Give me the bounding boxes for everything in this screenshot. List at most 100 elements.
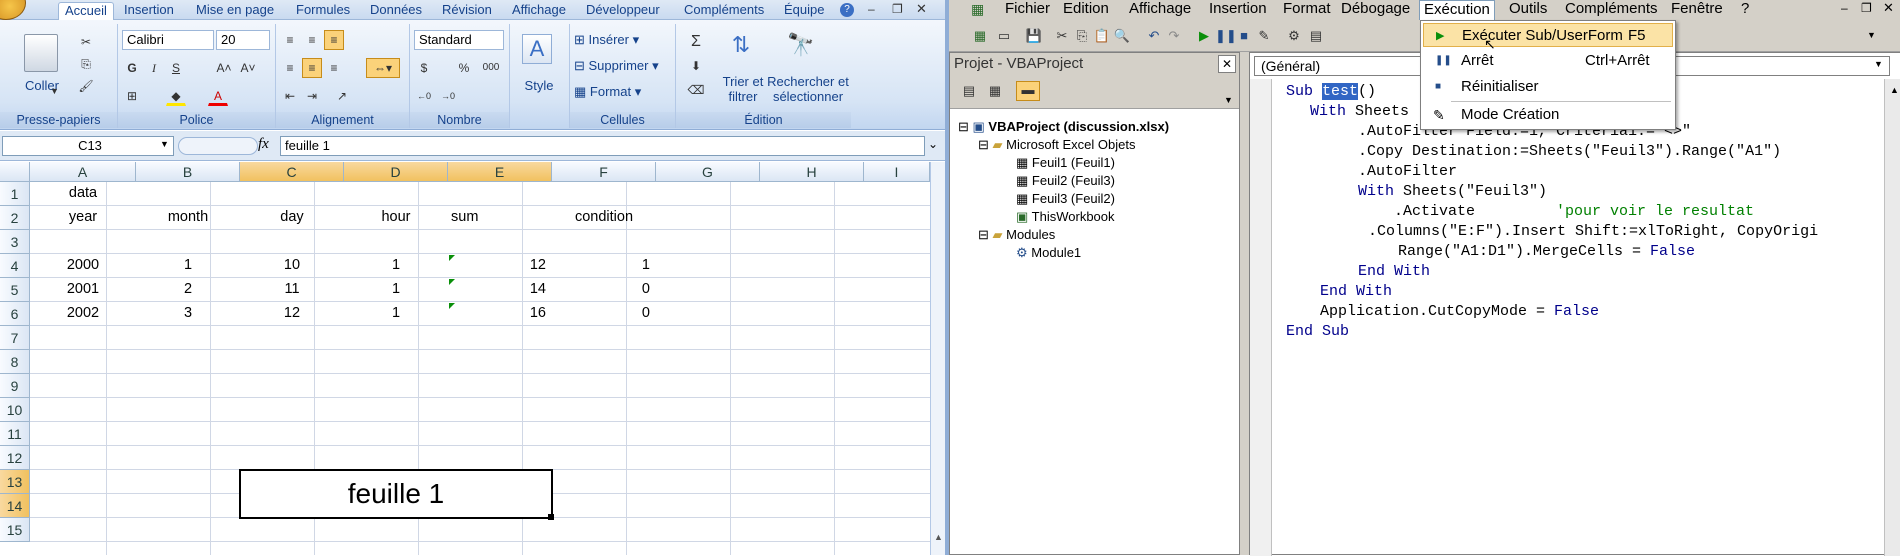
row-header-13[interactable]: 13 <box>0 470 30 494</box>
row-header-15[interactable]: 15 <box>0 518 30 542</box>
row-header-4[interactable]: 4 <box>0 254 30 278</box>
row-header-6[interactable]: 6 <box>0 302 30 326</box>
tree-sheet-feuil2[interactable]: ▦ Feuil2 (Feuil3) <box>1016 173 1115 189</box>
cell-e4[interactable]: 12 <box>448 254 552 278</box>
row-header-9[interactable]: 9 <box>0 374 30 398</box>
bold-button[interactable]: G <box>122 58 142 78</box>
view-excel-icon[interactable]: ▦ <box>971 28 989 44</box>
row-header-10[interactable]: 10 <box>0 398 30 422</box>
cell-b2[interactable]: month <box>136 206 240 230</box>
minimize-icon[interactable]: – <box>868 2 875 16</box>
menu-fichier[interactable]: Fichier <box>1001 0 1054 20</box>
chevron-down-icon[interactable]: ▼ <box>160 139 169 149</box>
menu-edition[interactable]: Edition <box>1059 0 1113 20</box>
tree-objects-folder[interactable]: ⊟ ▰ Microsoft Excel Objets <box>978 137 1135 153</box>
column-header-e[interactable]: E <box>448 162 552 182</box>
cell-c4[interactable]: 10 <box>240 254 344 278</box>
column-header-g[interactable]: G <box>656 162 760 182</box>
close-icon[interactable]: ✕ <box>1218 55 1236 73</box>
tree-root[interactable]: ⊟ ▣ VBAProject (discussion.xlsx) <box>958 119 1169 135</box>
tree-modules-folder[interactable]: ⊟ ▰ Modules <box>978 227 1055 243</box>
menu-insertion[interactable]: Insertion <box>1205 0 1271 20</box>
pause-icon[interactable]: ❚❚ <box>1215 28 1237 44</box>
clear-icon[interactable]: ⌫ <box>686 80 706 100</box>
menu-execution[interactable]: Exécution <box>1419 0 1495 20</box>
cut-icon[interactable]: ✂ <box>1053 28 1071 44</box>
tree-sheet-feuil3[interactable]: ▦ Feuil3 (Feuil2) <box>1016 191 1115 207</box>
tab-complements[interactable]: Compléments <box>678 2 770 20</box>
copy-icon[interactable]: ⎘ <box>76 54 96 74</box>
row-header-8[interactable]: 8 <box>0 350 30 374</box>
menu-help[interactable]: ? <box>1737 0 1753 20</box>
fx-icon[interactable]: fx <box>258 136 269 153</box>
row-header-14[interactable]: 14 <box>0 494 30 518</box>
menu-outils[interactable]: Outils <box>1505 0 1551 20</box>
row-header-11[interactable]: 11 <box>0 422 30 446</box>
scroll-up-icon[interactable]: ▲ <box>1890 85 1899 95</box>
autosum-icon[interactable]: Σ <box>686 32 706 52</box>
paste-icon[interactable] <box>24 34 58 72</box>
column-header-b[interactable]: B <box>136 162 240 182</box>
cell-b4[interactable]: 1 <box>136 254 240 278</box>
number-format-select[interactable]: Standard <box>414 30 504 50</box>
cell-e5[interactable]: 14 <box>448 278 552 302</box>
column-header-i[interactable]: I <box>864 162 930 182</box>
font-size-select[interactable]: 20 <box>216 30 270 50</box>
chevron-down-icon[interactable]: ▼ <box>1224 95 1233 105</box>
format-painter-icon[interactable]: 🖌 <box>76 76 96 96</box>
fill-color-icon[interactable]: ◆ <box>166 86 186 106</box>
cell-a2[interactable]: year <box>30 206 136 230</box>
orientation-icon[interactable]: ↗ <box>332 86 352 106</box>
vertical-scrollbar[interactable]: ▲ <box>930 162 945 555</box>
tab-formules[interactable]: Formules <box>290 2 356 20</box>
increase-decimal-icon[interactable]: ←0 <box>414 86 434 106</box>
margin-indicator-bar[interactable] <box>1250 79 1272 556</box>
tree-module1[interactable]: ⚙ Module1 <box>1016 245 1081 261</box>
undo-icon[interactable]: ↶ <box>1145 28 1163 44</box>
row-header-5[interactable]: 5 <box>0 278 30 302</box>
tab-affichage[interactable]: Affichage <box>506 2 572 20</box>
menu-format[interactable]: Format <box>1279 0 1335 20</box>
collapse-icon[interactable]: ⊟ <box>978 227 993 242</box>
fill-icon[interactable]: ⬇ <box>686 56 706 76</box>
decrease-decimal-icon[interactable]: →0 <box>438 86 458 106</box>
align-left-icon[interactable]: ≡ <box>280 58 300 78</box>
insert-userform-icon[interactable]: ▭ <box>995 28 1013 44</box>
border-icon[interactable]: ⊞ <box>122 86 142 106</box>
merged-cell-c13[interactable]: feuille 1 <box>239 469 553 519</box>
cell-d2[interactable]: hour <box>344 206 448 230</box>
cell-d4[interactable]: 1 <box>344 254 448 278</box>
cell-b5[interactable]: 2 <box>136 278 240 302</box>
collapse-icon[interactable]: ⊟ <box>978 137 993 152</box>
grow-font-icon[interactable]: A˄ <box>214 58 234 78</box>
menu-item-break[interactable]: ❚❚ Arrêt Ctrl+Arrêt <box>1423 49 1673 73</box>
paste-icon[interactable]: 📋 <box>1093 28 1111 44</box>
underline-button[interactable]: S <box>166 58 186 78</box>
cut-icon[interactable]: ✂ <box>76 32 96 52</box>
code-editor[interactable]: Sub test() With Sheets .AutoFilter Field… <box>1272 79 1884 556</box>
row-header-12[interactable]: 12 <box>0 446 30 470</box>
menu-complements[interactable]: Compléments <box>1561 0 1662 20</box>
formula-input[interactable]: feuille 1 <box>280 136 925 156</box>
cell-a4[interactable]: 2000 <box>30 254 136 278</box>
expand-formula-icon[interactable]: ⌄ <box>928 137 938 151</box>
cell-f4[interactable]: 1 <box>552 254 656 278</box>
cell-c6[interactable]: 12 <box>240 302 344 326</box>
merge-center-icon[interactable]: ⇔▾ <box>366 58 400 78</box>
column-header-c[interactable]: C <box>240 162 344 182</box>
sort-filter-icon[interactable]: ⇅ <box>724 32 758 62</box>
menu-affichage[interactable]: Affichage <box>1125 0 1195 20</box>
design-mode-icon[interactable]: ✎ <box>1255 28 1273 44</box>
cell-a5[interactable]: 2001 <box>30 278 136 302</box>
chevron-down-icon[interactable]: ▼ <box>50 86 59 96</box>
save-icon[interactable]: 💾 <box>1025 28 1043 44</box>
font-color-icon[interactable]: A <box>208 86 228 106</box>
restore-icon[interactable]: ❐ <box>1861 1 1872 15</box>
insert-cells-button[interactable]: ⊞ Insérer ▾ <box>574 32 674 48</box>
tab-insertion[interactable]: Insertion <box>118 2 180 20</box>
align-top-icon[interactable]: ≡ <box>280 30 300 50</box>
collapse-icon[interactable]: ⊟ <box>958 119 973 134</box>
percent-button[interactable]: % <box>454 58 474 78</box>
cell-b6[interactable]: 3 <box>136 302 240 326</box>
tab-developpeur[interactable]: Développeur <box>580 2 666 20</box>
